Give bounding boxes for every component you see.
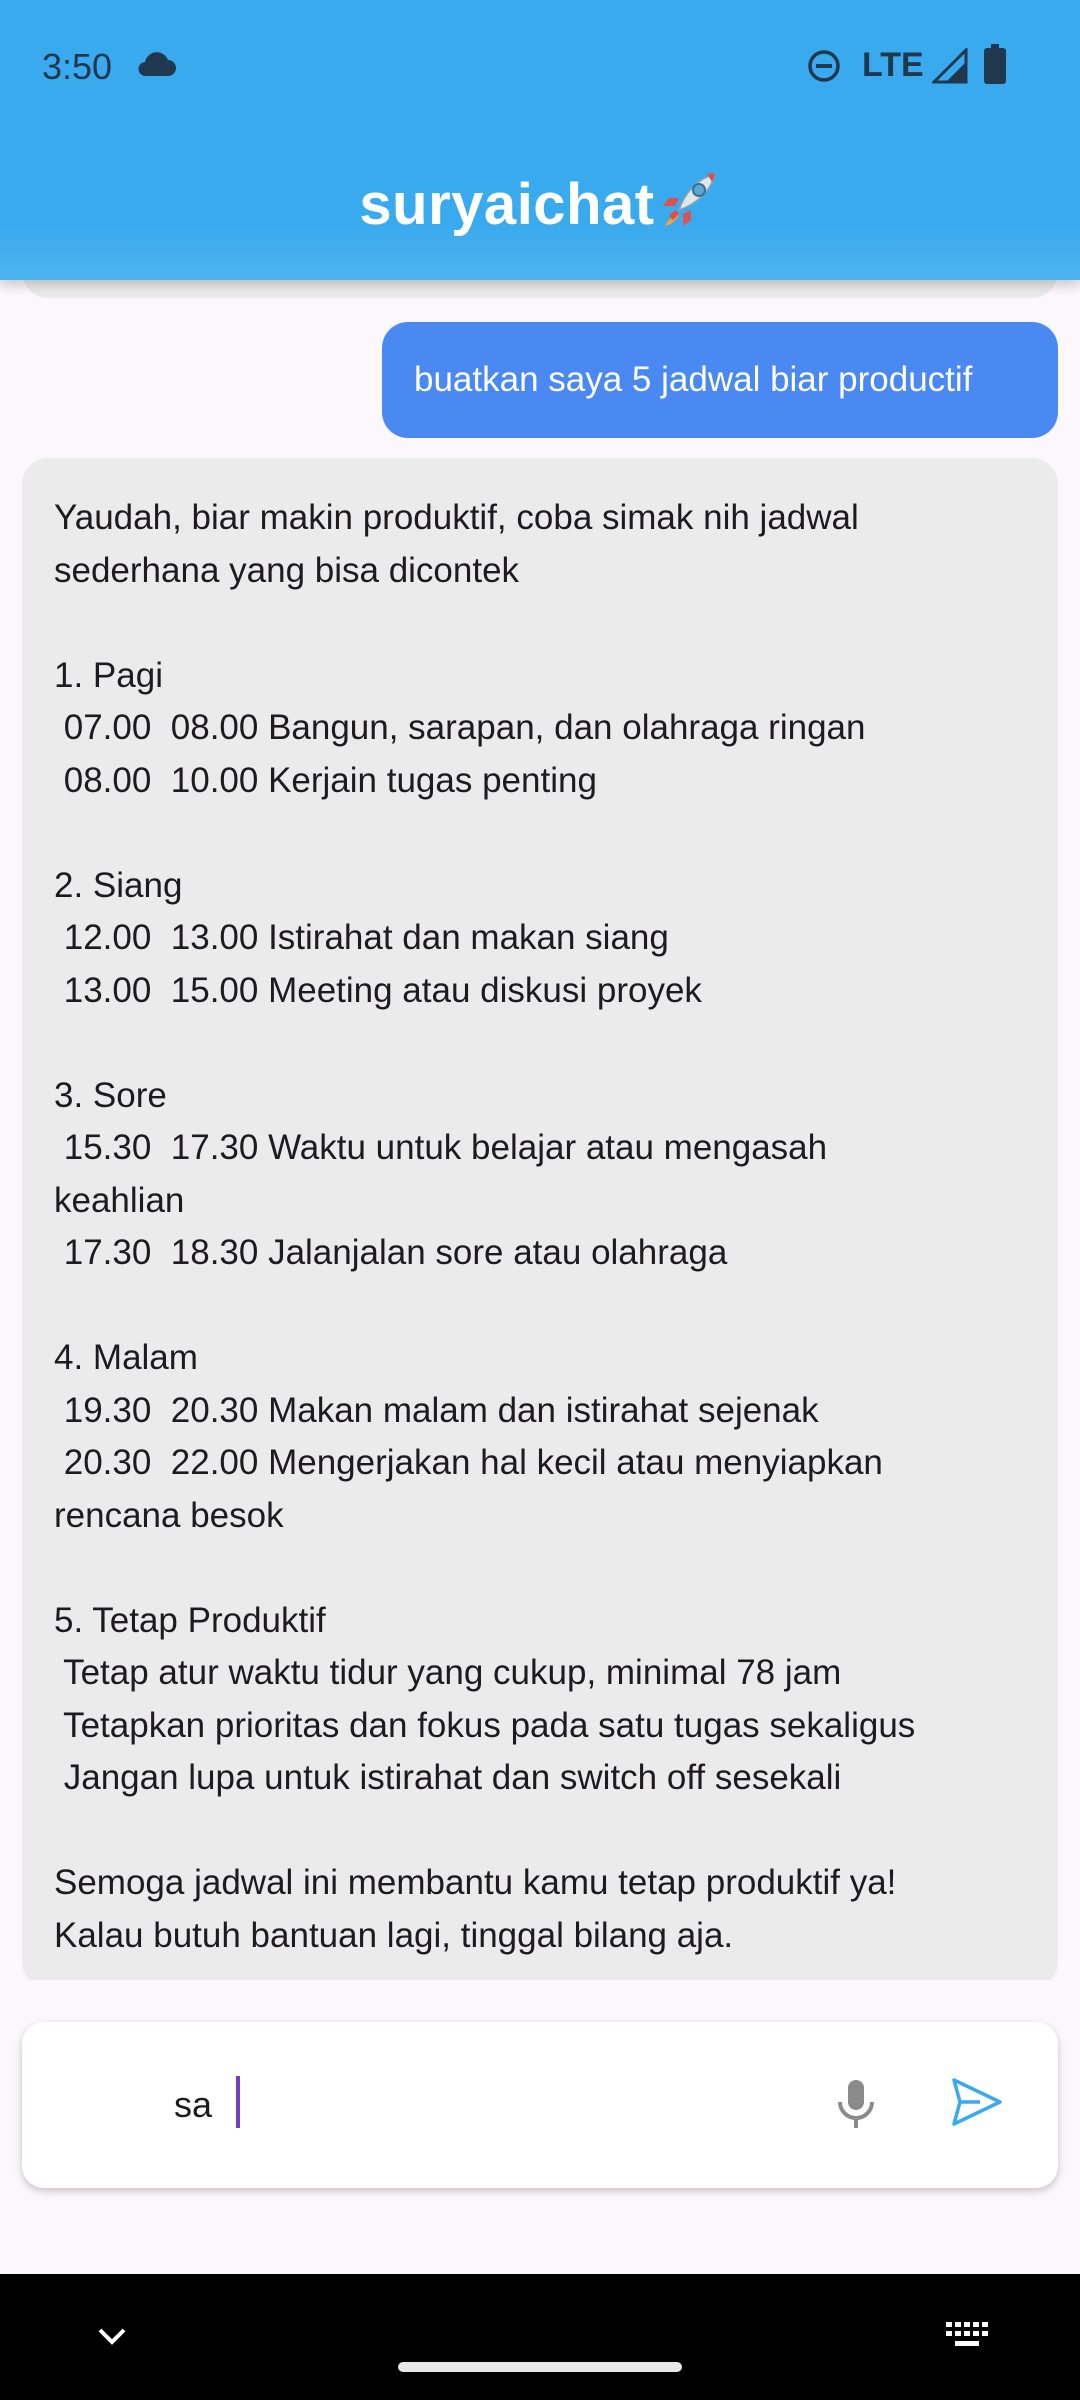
bot-message-line: rencana besok bbox=[54, 1495, 284, 1535]
microphone-icon[interactable] bbox=[826, 2074, 886, 2134]
signal-icon bbox=[932, 48, 968, 84]
bot-message-bubble: Yaudah, biar makin produktif, coba simak… bbox=[22, 458, 1058, 1980]
bot-message-line: 20.30 22.00 Mengerjakan hal kecil atau m… bbox=[54, 1443, 883, 1482]
bot-message-line: 08.00 10.00 Kerjain tugas penting bbox=[54, 760, 597, 800]
bot-message-line: 17.30 18.30 Jalanjalan sore atau olahrag… bbox=[54, 1233, 728, 1272]
status-time: 3:50 bbox=[42, 46, 113, 87]
bot-message-line: Tetap atur waktu tidur yang cukup, minim… bbox=[54, 1653, 842, 1692]
bot-message-line: sederhana yang bisa dicontek bbox=[54, 550, 520, 590]
status-bar: 3:50 LTE bbox=[0, 0, 1080, 134]
message-input[interactable]: sa bbox=[174, 2084, 212, 2126]
bot-message-line bbox=[54, 1017, 1026, 1070]
bot-message-line bbox=[54, 1542, 1026, 1595]
bot-message-line: keahlian bbox=[54, 1180, 185, 1220]
message-input-bar: sa bbox=[22, 2022, 1058, 2188]
chevron-down-icon[interactable] bbox=[92, 2322, 132, 2352]
cloud-icon bbox=[138, 52, 176, 77]
do-not-disturb-icon bbox=[808, 50, 840, 82]
bot-message-line: Kalau butuh bantuan lagi, tinggal bilang… bbox=[54, 1915, 734, 1955]
previous-message-bubble bbox=[22, 280, 1058, 298]
bot-message-line: Jangan lupa untuk istirahat dan switch o… bbox=[54, 1758, 842, 1797]
bot-message-line bbox=[54, 807, 1026, 860]
bot-message-line: 13.00 15.00 Meeting atau diskusi proyek bbox=[54, 970, 702, 1010]
bot-message-line: 4. Malam bbox=[54, 1338, 198, 1377]
rocket-icon bbox=[662, 172, 716, 226]
battery-icon bbox=[984, 44, 1006, 84]
chat-area[interactable]: buatkan saya 5 jadwal biar productif Yau… bbox=[0, 280, 1080, 1980]
send-icon[interactable] bbox=[946, 2072, 1006, 2132]
bot-message-line: 3. Sore bbox=[54, 1075, 167, 1115]
keyboard-icon[interactable] bbox=[944, 2318, 992, 2352]
bot-message-line: Tetapkan prioritas dan fokus pada satu t… bbox=[54, 1705, 916, 1745]
home-handle[interactable] bbox=[398, 2362, 682, 2372]
network-type: LTE bbox=[862, 46, 924, 84]
app-header: 3:50 LTE suryaichat bbox=[0, 0, 1080, 280]
bot-message-line: 2. Siang bbox=[54, 865, 183, 905]
user-message-bubble: buatkan saya 5 jadwal biar productif bbox=[382, 322, 1058, 438]
bot-message-line: 1. Pagi bbox=[54, 655, 163, 695]
bot-message-line: 5. Tetap Produktif bbox=[54, 1600, 326, 1640]
bot-message-line bbox=[54, 597, 1026, 650]
system-nav-bar bbox=[0, 2274, 1080, 2400]
bot-message-line: 15.30 17.30 Waktu untuk belajar atau men… bbox=[54, 1128, 828, 1167]
bot-message-line: 19.30 20.30 Makan malam dan istirahat se… bbox=[54, 1390, 819, 1430]
bot-message-line: 07.00 08.00 Bangun, sarapan, dan olahrag… bbox=[54, 708, 866, 747]
bot-message-line: 12.00 13.00 Istirahat dan makan siang bbox=[54, 918, 669, 957]
app-title: suryaichat bbox=[0, 168, 1080, 238]
bot-message-line bbox=[54, 1805, 1026, 1858]
bot-message-line: Yaudah, biar makin produktif, coba simak… bbox=[54, 498, 859, 537]
app-title-text: suryaichat bbox=[359, 172, 655, 237]
text-cursor bbox=[236, 2076, 240, 2128]
bot-message-line: Semoga jadwal ini membantu kamu tetap pr… bbox=[54, 1863, 897, 1902]
bot-message-line bbox=[54, 1280, 1026, 1333]
